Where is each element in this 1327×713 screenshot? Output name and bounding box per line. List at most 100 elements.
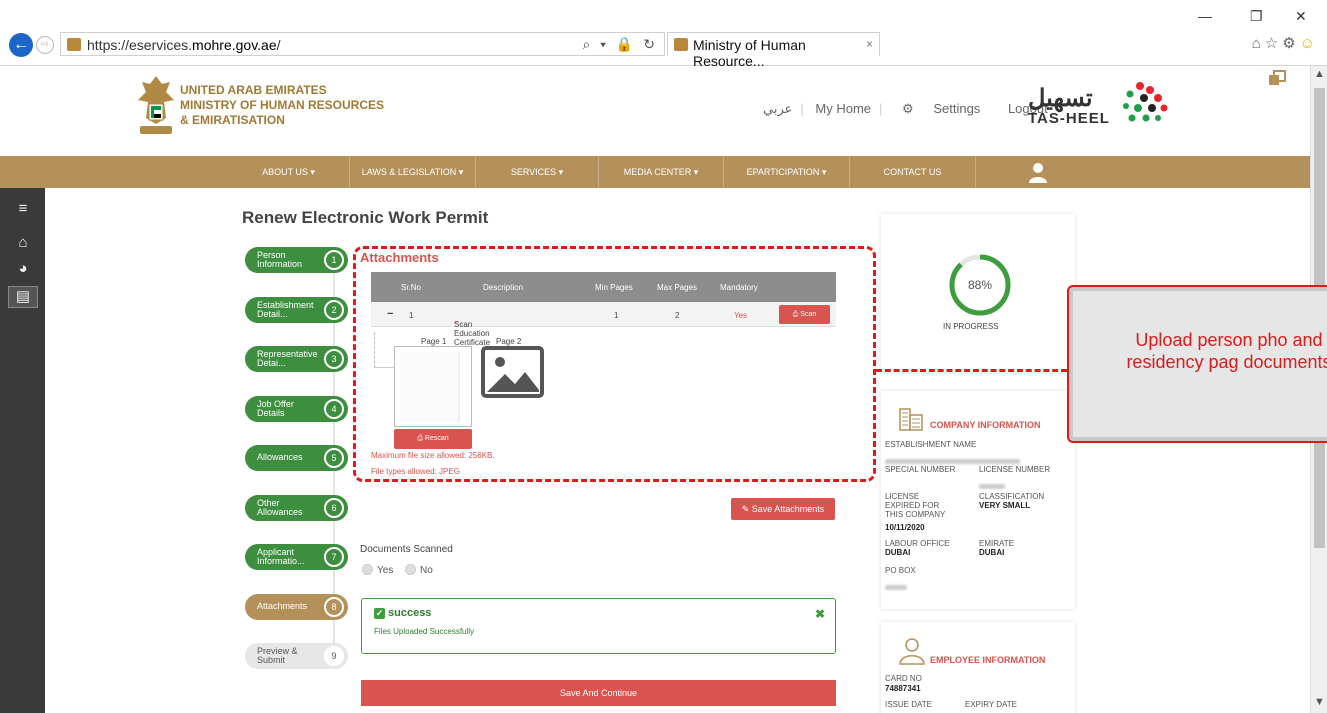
- alert-title: ✓ success: [374, 607, 431, 619]
- save-attachments-button[interactable]: ✎ Save Attachments: [731, 498, 835, 520]
- nav-laws-legislation[interactable]: LAWS & LEGISLATION ▾: [350, 156, 476, 188]
- back-arrow-icon[interactable]: ←: [9, 33, 33, 57]
- expiry-date-label: EXPIRY DATE: [965, 700, 1018, 709]
- menu-icon[interactable]: ≡: [12, 200, 34, 220]
- forward-arrow-icon[interactable]: ⇨: [36, 36, 54, 54]
- step-number: 5: [324, 448, 344, 468]
- ministry-brand[interactable]: UNITED ARAB EMIRATES MINISTRY OF HUMAN R…: [180, 83, 384, 128]
- step-8[interactable]: Attachments 8: [245, 594, 348, 620]
- collapse-toggle[interactable]: −: [387, 308, 393, 320]
- step-5[interactable]: Allowances 5: [245, 445, 348, 471]
- browser-toolbar-icons[interactable]: ⌂☆⚙☺: [1252, 34, 1319, 52]
- license-number-label: LICENSE NUMBER: [979, 465, 1051, 474]
- step-number: 7: [324, 547, 344, 567]
- browser-tab[interactable]: Ministry of Human Resource... ×: [667, 32, 880, 69]
- classification-value: VERY SMALL: [979, 501, 1030, 510]
- brand-line-2: MINISTRY OF HUMAN RESOURCES: [180, 98, 385, 112]
- step-2[interactable]: Establishment Detail... 2: [245, 297, 348, 323]
- arabic-link[interactable]: عربي: [755, 101, 800, 116]
- step-label: Preview & Submit: [257, 646, 298, 665]
- redacted-value: [885, 459, 1020, 464]
- progress-status: IN PROGRESS: [943, 322, 999, 331]
- settings-link[interactable]: ⚙ Settings: [886, 101, 996, 116]
- step-label: Other Allowances: [257, 498, 303, 517]
- nav-eparticipation[interactable]: EPARTICIPATION ▾: [724, 156, 850, 188]
- max-file-size-note: Maximum file size allowed: 256KB.: [371, 451, 495, 460]
- radio-circle-icon: [362, 564, 373, 575]
- tasheel-english: TAS-HEEL: [1028, 110, 1110, 127]
- documents-no-radio[interactable]: No: [405, 564, 433, 576]
- documents-yes-radio[interactable]: Yes: [362, 564, 393, 576]
- success-alert: ✓ success Files Uploaded Successfully ✖: [361, 598, 836, 654]
- step-3[interactable]: Representative Detai... 3: [245, 346, 348, 372]
- step-9[interactable]: Preview & Submit 9: [245, 643, 348, 669]
- labour-office-value: DUBAI: [885, 548, 910, 557]
- step-7[interactable]: Applicant Informatio... 7: [245, 544, 348, 570]
- rescan-button[interactable]: ⎙ Rescan: [394, 429, 472, 449]
- brand-line-3: & EMIRATISATION: [180, 113, 285, 127]
- page-title: Renew Electronic Work Permit: [242, 208, 489, 227]
- col-max-pages: Max Pages: [657, 283, 698, 292]
- restore-window-icon[interactable]: ❐: [1250, 8, 1263, 25]
- step-1[interactable]: Person Information 1: [245, 247, 348, 273]
- required-mark: *: [454, 320, 458, 329]
- nav-services[interactable]: SERVICES ▾: [476, 156, 599, 188]
- minimize-icon[interactable]: —: [1198, 8, 1212, 24]
- step-label: Allowances: [257, 452, 303, 462]
- close-window-icon[interactable]: ✕: [1295, 8, 1307, 25]
- step-number: 1: [324, 250, 344, 270]
- special-number-label: SPECIAL NUMBER: [885, 465, 956, 474]
- settings-label: Settings: [933, 101, 981, 116]
- scan-button[interactable]: ⎙ Scan: [779, 305, 830, 324]
- cell-sr-no: 1: [409, 311, 414, 320]
- page-1-thumbnail[interactable]: [394, 346, 472, 427]
- user-icon[interactable]: [1028, 162, 1048, 184]
- license-expired-label: LICENSE EXPIRED FOR THIS COMPANY: [885, 492, 946, 519]
- save-and-continue-button[interactable]: Save And Continue: [361, 680, 836, 706]
- emirate-text: DUBAI: [979, 548, 1005, 557]
- tab-favicon-icon: [674, 38, 688, 51]
- scroll-up-icon[interactable]: ▲: [1314, 68, 1325, 80]
- smiley-icon[interactable]: ☺: [1300, 35, 1319, 52]
- pie-chart-icon[interactable]: ◕: [12, 260, 34, 280]
- link-divider: |: [800, 101, 804, 116]
- printer-icon: ⎙: [417, 435, 425, 442]
- card-no-label: CARD NO: [885, 674, 922, 683]
- image-placeholder-icon[interactable]: [481, 346, 544, 398]
- nav-media-center[interactable]: MEDIA CENTER ▾: [599, 156, 724, 188]
- rescan-label: Rescan: [424, 435, 449, 442]
- issue-date-label: ISSUE DATE: [885, 700, 932, 709]
- address-bar-icons[interactable]: ⌕ ▾ 🔒 ↻: [582, 36, 658, 53]
- browser-chrome: ← ⇨ https://eservices.mohre.gov.ae/ ⌕ ▾ …: [0, 0, 1327, 69]
- home-icon[interactable]: ⌂: [12, 234, 34, 254]
- tab-title[interactable]: Ministry of Human Resource...: [693, 37, 879, 69]
- col-min-pages: Min Pages: [595, 283, 633, 292]
- save-attachments-label: Save Attachments: [751, 504, 825, 514]
- my-home-link[interactable]: My Home: [807, 101, 879, 116]
- list-icon[interactable]: ▤: [8, 286, 38, 308]
- yes-label: Yes: [377, 565, 394, 576]
- cell-mandatory: Yes: [734, 311, 748, 320]
- tab-close-icon[interactable]: ×: [866, 37, 873, 51]
- page-1-label: Page 1: [421, 337, 447, 346]
- step-6[interactable]: Other Allowances 6: [245, 495, 348, 521]
- brand-line-1: UNITED ARAB EMIRATES: [180, 83, 327, 97]
- license-expired-value: 10/11/2020: [885, 523, 925, 532]
- restore-panel-icon[interactable]: [1268, 70, 1286, 86]
- cell-min-pages: 1: [614, 311, 619, 320]
- progress-ring: 88%: [949, 254, 1011, 316]
- nav-about-us[interactable]: ABOUT US ▾: [228, 156, 350, 188]
- step-4[interactable]: Job Offer Details 4: [245, 396, 348, 422]
- description-text: Scan Education Certificate: [454, 320, 491, 347]
- paperclip-icon: ✎: [741, 504, 752, 514]
- redacted-value: [979, 484, 1005, 489]
- scroll-down-icon[interactable]: ▼: [1314, 696, 1325, 708]
- nav-contact-us[interactable]: CONTACT US: [850, 156, 976, 188]
- address-bar[interactable]: https://eservices.mohre.gov.ae/ ⌕ ▾ 🔒 ↻: [60, 32, 665, 56]
- alert-close-icon[interactable]: ✖: [815, 607, 825, 621]
- address-url[interactable]: https://eservices.mohre.gov.ae/: [87, 37, 281, 53]
- documents-scanned-label: Documents Scanned: [360, 544, 453, 555]
- annotation-callout: Upload person pho and residency pag docu…: [1067, 285, 1327, 443]
- establishment-name-label: ESTABLISHMENT NAME: [885, 440, 977, 449]
- tasheel-logo: تسهيل TAS-HEEL: [1028, 87, 1110, 128]
